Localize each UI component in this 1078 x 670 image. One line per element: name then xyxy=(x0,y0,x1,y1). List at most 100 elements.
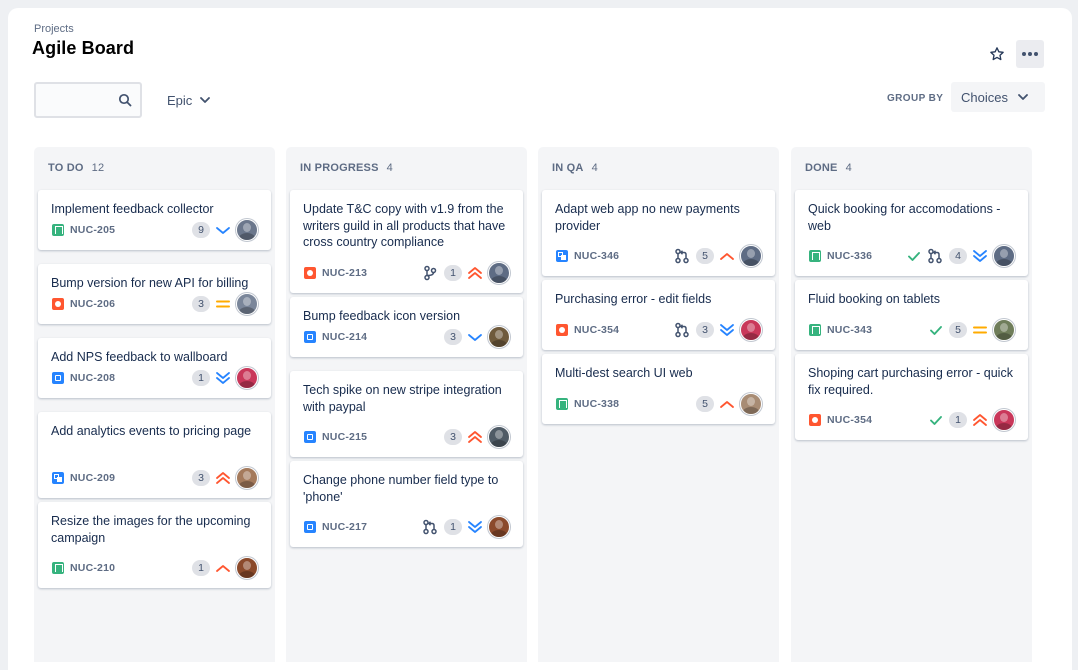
issue-card[interactable]: Purchasing error - edit fields NUC-354 3 xyxy=(542,280,775,350)
issue-card[interactable]: Resize the images for the upcoming campa… xyxy=(38,502,271,588)
assignee-avatar[interactable] xyxy=(236,557,258,579)
issue-key[interactable]: NUC-213 xyxy=(322,267,367,279)
issue-card[interactable]: Multi-dest search UI web NUC-338 5 xyxy=(542,354,775,424)
column-header: DONE 4 xyxy=(805,162,852,174)
issue-title: Resize the images for the upcoming campa… xyxy=(51,514,251,545)
story-type-icon xyxy=(809,250,821,262)
priority-lowest-icon xyxy=(973,250,987,262)
story-points-badge: 3 xyxy=(192,296,210,312)
pull-request-svg xyxy=(675,248,689,264)
issue-title: Fluid booking on tablets xyxy=(808,292,941,306)
issue-key[interactable]: NUC-210 xyxy=(70,562,115,574)
priority-highest-indicator xyxy=(215,470,231,486)
story-points-badge: 3 xyxy=(192,470,210,486)
breadcrumb[interactable]: Projects xyxy=(34,23,74,35)
story-points-badge: 5 xyxy=(949,322,967,338)
issue-card[interactable]: Change phone number field type to 'phone… xyxy=(290,461,523,547)
assignee-avatar[interactable] xyxy=(993,319,1015,341)
assignee-avatar[interactable] xyxy=(488,516,510,538)
issue-key[interactable]: NUC-215 xyxy=(322,431,367,443)
issue-card[interactable]: Update T&C copy with v1.9 from the write… xyxy=(290,190,523,293)
branch-icon xyxy=(422,265,438,281)
issue-key[interactable]: NUC-346 xyxy=(574,250,619,262)
priority-lowest-indicator xyxy=(467,519,483,535)
issue-key[interactable]: NUC-217 xyxy=(322,521,367,533)
assignee-avatar[interactable] xyxy=(993,245,1015,267)
issue-card[interactable]: Fluid booking on tablets NUC-343 5 xyxy=(795,280,1028,350)
group-by-value: Choices xyxy=(961,89,1008,105)
priority-lowest-icon xyxy=(720,324,734,336)
issue-key[interactable]: NUC-343 xyxy=(827,324,872,336)
chevron-down-icon xyxy=(1018,94,1028,100)
story-points-badge: 1 xyxy=(444,265,462,281)
issue-title: Bump version for new API for billing xyxy=(51,276,249,290)
column-header: IN QA 4 xyxy=(552,162,598,174)
assignee-avatar[interactable] xyxy=(236,467,258,489)
assignee-avatar[interactable] xyxy=(236,293,258,315)
issue-title: Quick booking for accomodations - web xyxy=(808,202,1001,233)
pull-request-icon xyxy=(927,248,943,264)
priority-medium-icon xyxy=(216,300,230,308)
story-points-badge: 1 xyxy=(192,560,210,576)
assignee-avatar[interactable] xyxy=(740,393,762,415)
epic-filter-label: Epic xyxy=(167,92,193,108)
issue-title: Implement feedback collector xyxy=(51,202,214,216)
issue-footer: NUC-346 5 xyxy=(556,244,762,268)
board-column: IN PROGRESS 4 Update T&C copy with v1.9 fr… xyxy=(286,147,527,662)
issue-key[interactable]: NUC-336 xyxy=(827,250,872,262)
priority-highest-indicator xyxy=(467,265,483,281)
issue-key[interactable]: NUC-354 xyxy=(827,414,872,426)
epic-filter-dropdown[interactable]: Epic xyxy=(159,85,218,115)
issue-footer: NUC-210 1 xyxy=(52,556,258,580)
column-title: IN QA xyxy=(552,162,584,174)
check-icon xyxy=(930,326,942,335)
issue-title: Purchasing error - edit fields xyxy=(555,292,712,306)
issue-key[interactable]: NUC-214 xyxy=(322,331,367,343)
pull-request-svg xyxy=(928,248,942,264)
issue-card[interactable]: Adapt web app no new payments provider NU… xyxy=(542,190,775,276)
priority-high-indicator xyxy=(215,560,231,576)
issue-key[interactable]: NUC-338 xyxy=(574,398,619,410)
issue-card[interactable]: Shoping cart purchasing error - quick fi… xyxy=(795,354,1028,440)
assignee-avatar[interactable] xyxy=(488,326,510,348)
issue-key[interactable]: NUC-206 xyxy=(70,298,115,310)
group-by-dropdown[interactable]: Choices xyxy=(951,82,1045,112)
issue-card[interactable]: Bump feedback icon version NUC-214 3 xyxy=(290,297,523,357)
search-field[interactable] xyxy=(34,82,142,118)
subtask-type-icon xyxy=(556,250,568,262)
issue-title: Add analytics events to pricing page xyxy=(51,424,252,438)
issue-key[interactable]: NUC-354 xyxy=(574,324,619,336)
assignee-avatar[interactable] xyxy=(740,319,762,341)
story-type-icon xyxy=(809,324,821,336)
task-type-icon xyxy=(304,431,316,443)
search-input[interactable] xyxy=(42,91,112,109)
assignee-avatar[interactable] xyxy=(993,409,1015,431)
issue-key[interactable]: NUC-208 xyxy=(70,372,115,384)
issue-footer: NUC-338 5 xyxy=(556,392,762,416)
search-icon xyxy=(118,93,132,112)
more-button[interactable] xyxy=(1016,40,1044,68)
issue-card[interactable]: Bump version for new API for billing NUC-… xyxy=(38,264,271,324)
issue-title: Multi-dest search UI web xyxy=(555,366,693,380)
star-button[interactable] xyxy=(986,43,1008,65)
bug-type-icon xyxy=(52,298,64,310)
board-column: DONE 4 Quick booking for accomodations - w… xyxy=(791,147,1032,662)
assignee-avatar[interactable] xyxy=(488,426,510,448)
issue-card[interactable]: Add analytics events to pricing page NUC-… xyxy=(38,412,271,498)
issue-card[interactable]: Implement feedback collector NUC-205 9 xyxy=(38,190,271,250)
issue-card[interactable]: Add NPS feedback to wallboard NUC-208 1 xyxy=(38,338,271,398)
issue-card[interactable]: Tech spike on new stripe integration wit… xyxy=(290,371,523,457)
check-icon xyxy=(908,252,920,261)
assignee-avatar[interactable] xyxy=(236,219,258,241)
issue-key[interactable]: NUC-209 xyxy=(70,472,115,484)
priority-low-indicator xyxy=(215,222,231,238)
assignee-avatar[interactable] xyxy=(740,245,762,267)
issue-key[interactable]: NUC-205 xyxy=(70,224,115,236)
assignee-avatar[interactable] xyxy=(236,367,258,389)
priority-lowest-indicator xyxy=(972,248,988,264)
assignee-avatar[interactable] xyxy=(488,262,510,284)
story-points-badge: 3 xyxy=(444,429,462,445)
done-check-icon xyxy=(929,413,943,427)
issue-card[interactable]: Quick booking for accomodations - web NUC… xyxy=(795,190,1028,276)
issue-footer: NUC-217 1 xyxy=(304,515,510,539)
